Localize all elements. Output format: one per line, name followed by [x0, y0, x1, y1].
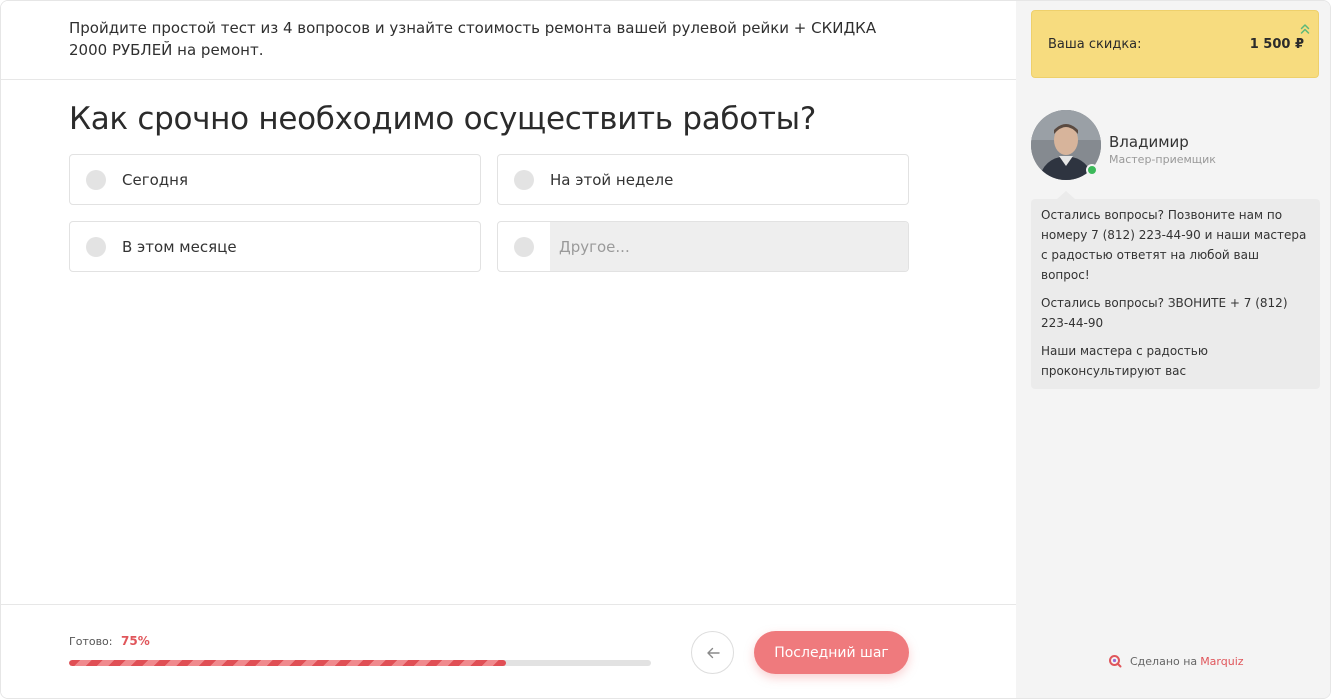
chat-message: Остались вопросы? ЗВОНИТЕ + 7 (812) 223-… — [1041, 296, 1288, 330]
quiz-window: Пройдите простой тест из 4 вопросов и уз… — [0, 0, 1331, 699]
footer-divider — [1, 604, 1016, 605]
last-step-button[interactable]: Последний шаг — [754, 631, 909, 674]
manager-role: Мастер-приемщик — [1109, 153, 1216, 166]
chat-message: Остались вопросы? Позвоните нам по номер… — [1041, 208, 1307, 282]
sidebar: Ваша скидка: 1 500 ₽ Владимир Мастер-при… — [1016, 1, 1330, 698]
option-other[interactable] — [497, 221, 909, 272]
radio-button[interactable] — [514, 169, 534, 190]
manager-name: Владимир — [1109, 133, 1189, 151]
option-label: На этой неделе — [550, 170, 674, 189]
progress-bar — [69, 660, 651, 666]
discount-value: 1 500 ₽ — [1249, 37, 1304, 52]
radio-button[interactable] — [86, 169, 106, 190]
question-title: Как срочно необходимо осуществить работы… — [69, 101, 816, 137]
made-by-link[interactable]: Сделано на Marquiz — [1108, 654, 1244, 668]
option-label: Сегодня — [122, 170, 188, 189]
double-chevron-up-icon — [1300, 24, 1310, 34]
radio-button[interactable] — [86, 236, 106, 257]
option-today[interactable]: Сегодня — [69, 154, 481, 205]
chat-bubble: Остались вопросы? Позвоните нам по номер… — [1031, 199, 1320, 389]
made-by-brand[interactable]: Marquiz — [1200, 655, 1243, 668]
header-divider — [1, 79, 1016, 80]
marquiz-logo-icon — [1109, 655, 1122, 668]
progress-percent: 75% — [121, 634, 150, 648]
radio-button[interactable] — [514, 236, 534, 257]
progress-bar-fill — [69, 660, 506, 666]
online-status-indicator — [1086, 164, 1098, 176]
arrow-left-icon — [706, 647, 720, 658]
option-this-month[interactable]: В этом месяце — [69, 221, 481, 272]
quiz-intro-text: Пройдите простой тест из 4 вопросов и уз… — [69, 19, 877, 59]
option-this-week[interactable]: На этой неделе — [497, 154, 909, 205]
made-by-text: Сделано на — [1130, 654, 1198, 668]
progress-label: Готово: — [69, 635, 113, 648]
option-label: В этом месяце — [122, 237, 237, 256]
quiz-main: Пройдите простой тест из 4 вопросов и уз… — [1, 1, 1016, 698]
discount-box: Ваша скидка: 1 500 ₽ — [1031, 10, 1319, 78]
other-answer-input[interactable] — [550, 222, 908, 271]
chat-message: Наши мастера с радостью проконсультируют… — [1041, 344, 1208, 378]
back-button[interactable] — [691, 631, 734, 674]
discount-label: Ваша скидка: — [1048, 37, 1142, 52]
